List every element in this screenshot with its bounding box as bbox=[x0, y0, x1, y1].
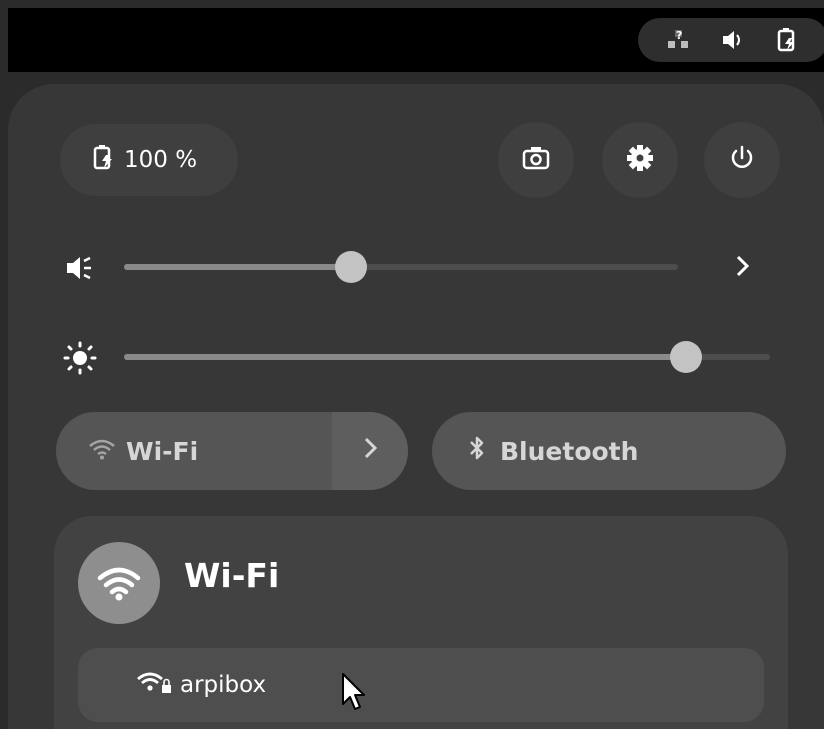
volume-slider-fill bbox=[124, 264, 352, 270]
brightness-slider[interactable] bbox=[124, 341, 770, 373]
brightness-slider-fill bbox=[124, 354, 687, 360]
volume-slider[interactable] bbox=[124, 251, 678, 283]
power-icon bbox=[728, 144, 756, 176]
svg-text:?: ? bbox=[676, 29, 682, 42]
battery-indicator[interactable]: 100 % bbox=[60, 124, 238, 196]
wifi-menu-expand-button[interactable] bbox=[332, 412, 408, 490]
bluetooth-toggle-label: Bluetooth bbox=[500, 436, 639, 466]
camera-icon bbox=[522, 145, 550, 175]
network-name: arpibox bbox=[180, 672, 267, 698]
system-status-area[interactable]: ? bbox=[638, 18, 824, 62]
network-question-icon: ? bbox=[665, 26, 693, 54]
power-button[interactable] bbox=[704, 122, 780, 198]
volume-slider-knob[interactable] bbox=[335, 251, 368, 283]
wifi-secure-icon bbox=[136, 670, 172, 700]
mouse-cursor-icon bbox=[340, 672, 366, 720]
bluetooth-toggle[interactable]: Bluetooth bbox=[432, 412, 786, 490]
screenshot-button[interactable] bbox=[498, 122, 574, 198]
wifi-toggle-button[interactable]: Wi-Fi bbox=[56, 412, 332, 490]
top-bar: ? bbox=[8, 8, 824, 72]
battery-charging-icon bbox=[773, 26, 801, 54]
settings-button[interactable] bbox=[602, 122, 678, 198]
volume-icon bbox=[719, 26, 747, 54]
volume-icon bbox=[64, 252, 98, 288]
battery-percentage: 100 % bbox=[124, 147, 198, 173]
wifi-menu-title: Wi-Fi bbox=[184, 556, 280, 595]
brightness-slider-knob[interactable] bbox=[670, 341, 703, 373]
battery-charging-icon bbox=[92, 143, 124, 177]
wifi-menu-header-icon bbox=[78, 542, 160, 624]
gear-icon bbox=[625, 143, 655, 177]
chevron-right-icon bbox=[732, 252, 752, 284]
brightness-icon bbox=[62, 340, 98, 380]
wifi-icon bbox=[88, 437, 116, 466]
wifi-toggle-label: Wi-Fi bbox=[126, 436, 199, 466]
network-item-arpibox[interactable]: arpibox bbox=[78, 648, 764, 722]
bluetooth-icon bbox=[468, 434, 486, 468]
volume-output-expand-button[interactable] bbox=[722, 248, 762, 288]
wifi-toggle: Wi-Fi bbox=[56, 412, 408, 490]
chevron-right-icon bbox=[360, 434, 380, 468]
